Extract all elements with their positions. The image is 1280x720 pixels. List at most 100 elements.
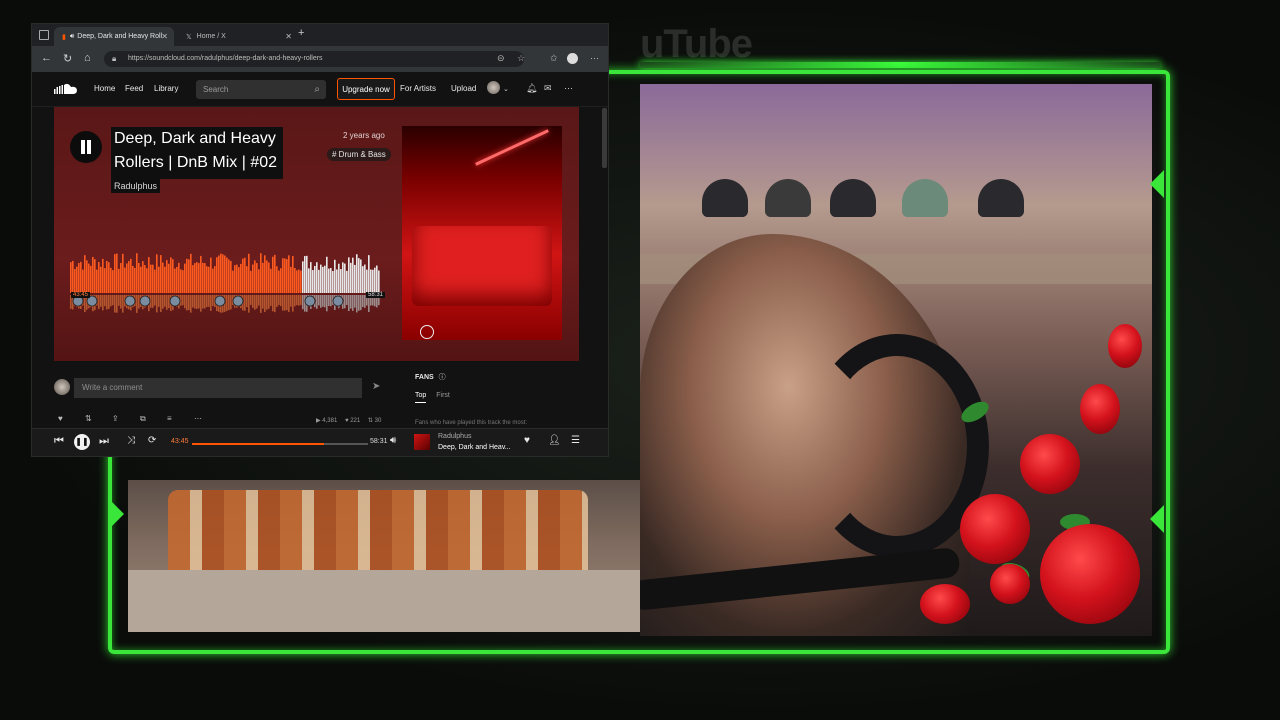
bell-icon[interactable]: 🔔︎ <box>526 83 537 94</box>
like-icon[interactable]: ♥ <box>58 414 63 423</box>
like-icon[interactable]: ♥ <box>524 435 530 446</box>
waveform-reflection-bar <box>350 295 352 309</box>
copy-link-icon[interactable]: ⧉ <box>140 414 146 424</box>
track-artist[interactable]: Radulphus <box>111 179 161 193</box>
waveform-bar <box>318 269 320 293</box>
window-menu-icon[interactable] <box>39 30 49 40</box>
waveform[interactable] <box>70 253 380 317</box>
home-icon[interactable]: ⌂ <box>84 52 91 64</box>
waveform-bar <box>290 266 292 293</box>
waveform-bar <box>84 255 86 293</box>
more-icon[interactable]: ⋯ <box>194 414 202 423</box>
chevron-down-icon[interactable]: ⌄ <box>503 85 509 93</box>
now-playing-title[interactable]: Deep, Dark and Heav... <box>438 444 511 451</box>
close-tab-icon[interactable]: ✕ <box>161 32 168 41</box>
waveform-bar <box>218 255 220 293</box>
reader-icon[interactable]: ⊝ <box>497 53 505 64</box>
tab-soundcloud[interactable]: ▮ 🔊︎ Deep, Dark and Heavy Roll ✕ <box>54 27 174 46</box>
more-options-icon[interactable]: ⋯ <box>564 83 573 94</box>
nav-home[interactable]: Home <box>94 84 115 93</box>
comment-avatar[interactable] <box>139 295 151 307</box>
queue-icon[interactable]: ☰ <box>571 435 580 446</box>
shuffle-icon[interactable]: ⤨ <box>127 435 135 446</box>
tab-x[interactable]: 𝕏 Home / X ✕ <box>178 27 298 46</box>
nav-for-artists[interactable]: For Artists <box>400 84 436 93</box>
comment-input[interactable]: Write a comment <box>74 378 362 398</box>
comment-avatar[interactable] <box>332 295 344 307</box>
waveform-bar <box>194 263 196 293</box>
waveform-bar <box>276 266 278 293</box>
fans-tabs: Top First <box>415 392 450 403</box>
soundcloud-logo-icon[interactable] <box>54 83 78 95</box>
pause-button[interactable] <box>70 131 102 163</box>
previous-icon[interactable]: ⏮ <box>54 435 64 448</box>
add-to-playlist-icon[interactable]: ≡ <box>167 414 172 423</box>
waveform-reflection-bar <box>358 295 360 311</box>
share-icon[interactable]: ⇪ <box>112 414 119 423</box>
waveform-bar <box>346 270 348 293</box>
nav-library[interactable]: Library <box>154 84 178 93</box>
waveform-bar <box>358 258 360 293</box>
nav-upload[interactable]: Upload <box>451 84 476 93</box>
now-playing-artist[interactable]: Radulphus <box>438 433 471 440</box>
search-icon[interactable]: ⌕ <box>314 80 320 99</box>
nav-feed[interactable]: Feed <box>125 84 143 93</box>
waveform-bar <box>244 257 246 293</box>
back-icon[interactable]: ← <box>41 52 52 64</box>
waveform-bar <box>258 269 260 293</box>
track-actions: ♥ ⇅ ⇪ ⧉ ≡ ⋯ <box>54 414 204 428</box>
waveform-bar <box>92 256 94 293</box>
heart-icon: ♥ <box>344 418 349 424</box>
waveform-bar <box>286 259 288 293</box>
avatar[interactable] <box>487 81 500 94</box>
scrollbar[interactable] <box>602 108 607 168</box>
profile-icon[interactable] <box>567 53 578 64</box>
volume-icon[interactable]: 🔊︎ <box>390 435 396 446</box>
upgrade-button[interactable]: Upgrade now <box>337 78 395 100</box>
progress-track[interactable] <box>192 443 368 445</box>
repeat-icon[interactable]: ⟳ <box>148 435 156 446</box>
waveform-reflection-bar <box>288 295 290 312</box>
waveform-reflection-bar <box>260 295 262 313</box>
waveform-elapsed: 43:45 <box>71 292 91 298</box>
waveform-bar <box>154 269 156 293</box>
reload-icon[interactable]: ↻ <box>63 52 72 65</box>
url-field[interactable]: 🔒︎ https://soundcloud.com/radulphus/deep… <box>104 51 524 67</box>
waveform-reflection-bar <box>106 295 108 310</box>
waveform-bar <box>208 266 210 293</box>
waveform-bar <box>240 263 242 293</box>
comment-avatar[interactable] <box>232 295 244 307</box>
waveform-bar <box>144 265 146 293</box>
tab-first[interactable]: First <box>436 392 450 399</box>
follow-icon[interactable]: 👤︎ <box>548 435 561 446</box>
waveform-reflection-bar <box>286 295 288 311</box>
tab-top[interactable]: Top <box>415 392 427 403</box>
waveform-bar <box>122 253 124 293</box>
pause-button[interactable]: ❚❚ <box>74 434 90 450</box>
favorite-star-icon[interactable]: ☆ <box>517 53 525 64</box>
new-tab-icon[interactable]: + <box>298 27 304 39</box>
waveform-reflection-bar <box>154 295 156 306</box>
comment-avatar[interactable] <box>124 295 136 307</box>
repost-icon[interactable]: ⇅ <box>85 414 92 423</box>
comment-avatar[interactable] <box>304 295 316 307</box>
mail-icon[interactable]: ✉ <box>544 83 552 94</box>
genre-tag[interactable]: # Drum & Bass <box>327 148 391 161</box>
waveform-bar <box>88 263 90 293</box>
waveform-bar <box>296 270 298 293</box>
info-icon[interactable]: ⓘ <box>439 374 446 381</box>
favorites-icon[interactable]: ✩ <box>550 53 558 64</box>
send-icon[interactable]: ➤ <box>372 381 380 392</box>
now-playing-thumbnail[interactable] <box>414 434 430 450</box>
waveform-reflection-bar <box>102 295 104 311</box>
search-input[interactable]: Search ⌕ <box>196 80 326 99</box>
waveform-bar <box>94 259 96 293</box>
close-tab-icon[interactable]: ✕ <box>285 32 292 41</box>
chevron-right-icon <box>1150 170 1164 198</box>
waveform-bar <box>298 269 300 293</box>
comment-avatar[interactable] <box>214 295 226 307</box>
waveform-reflection-bar <box>326 295 328 312</box>
more-icon[interactable]: ⋯ <box>590 53 599 64</box>
next-icon[interactable]: ⏭ <box>99 435 109 448</box>
comment-avatar[interactable] <box>169 295 181 307</box>
